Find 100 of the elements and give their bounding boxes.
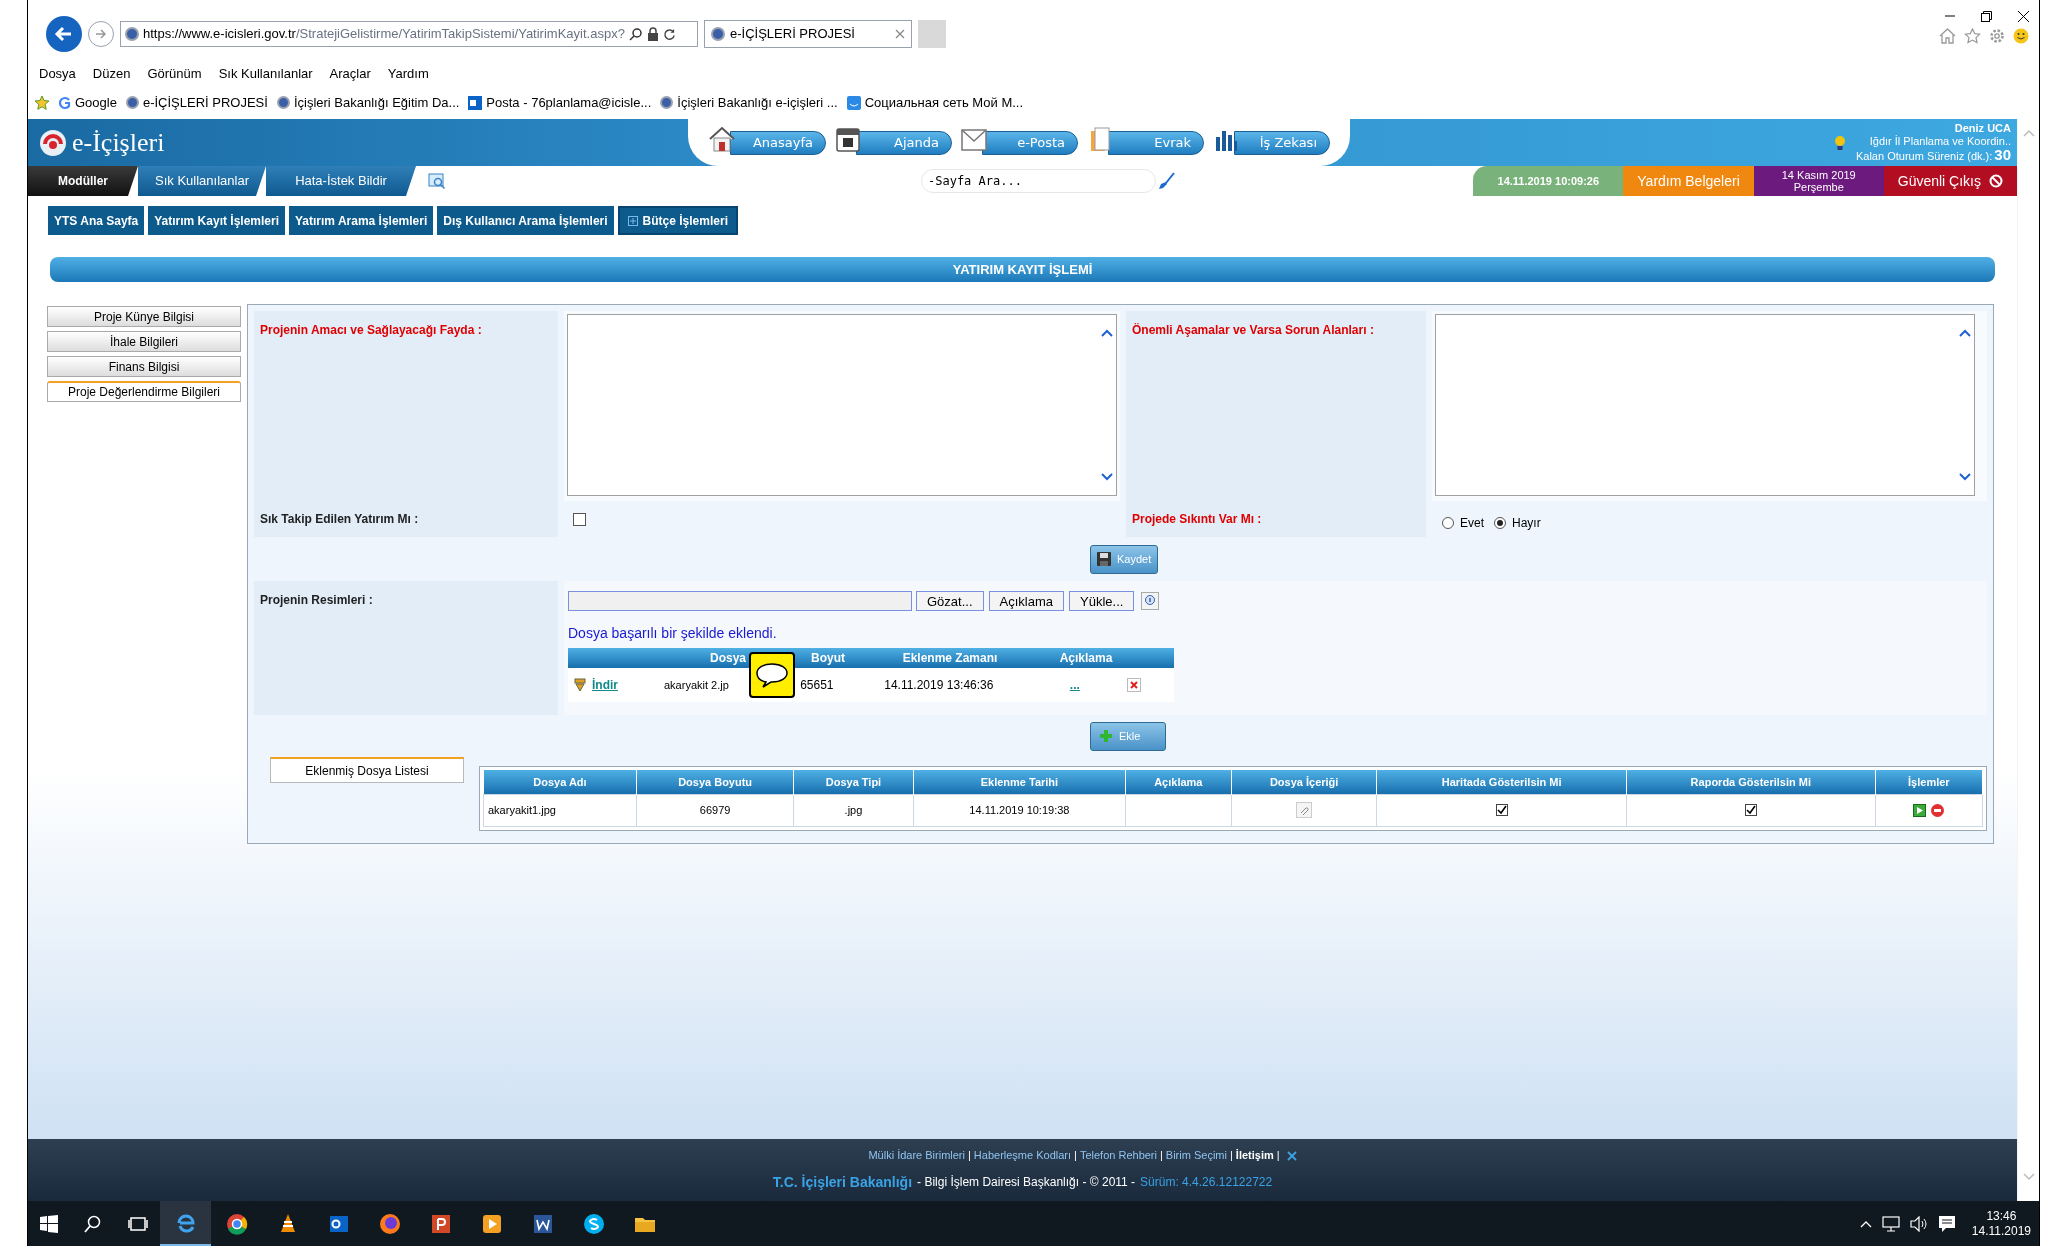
favorite-link[interactable]: İçişleri Bakanlığı e-içişleri ... [677, 92, 838, 113]
files-tab[interactable]: Eklenmiş Dosya Listesi [270, 757, 464, 783]
favorite-link[interactable]: Социальная сеть Мой М... [864, 92, 1024, 113]
footer-link[interactable]: Haberleşme Kodları [973, 1147, 1072, 1164]
upload-button[interactable]: Açıklama [988, 591, 1064, 611]
skype-icon [581, 1211, 606, 1236]
column-header: İşlemler [1875, 770, 1983, 794]
taskbar-app-button[interactable] [160, 1201, 211, 1246]
checkbox[interactable] [1495, 804, 1508, 816]
address-bar[interactable]: https://www.e-icisleri.gov.tr/StratejiGelistirme/YatirimTakipSistemi/YatirimKayit.aspx? [120, 21, 698, 47]
search-icon[interactable] [628, 27, 643, 41]
download-icon [574, 678, 586, 692]
favorite-link[interactable]: e-İÇİŞLERİ PROJESİ [142, 92, 268, 113]
module-tab[interactable]: Hata-İstek Bildir [266, 166, 416, 196]
windows-start-icon[interactable] [40, 1214, 58, 1233]
plus-icon [1099, 729, 1113, 743]
star-icon[interactable] [1964, 27, 1981, 44]
expand-icon [627, 215, 638, 226]
close-icon[interactable] [2018, 10, 2029, 22]
menu-item[interactable]: Araçlar [329, 64, 371, 84]
task-view-icon[interactable] [128, 1214, 148, 1233]
radio-button[interactable] [1494, 517, 1506, 529]
smiley-icon[interactable] [2013, 27, 2029, 44]
module-button[interactable]: YTS Ana Sayfa [48, 206, 145, 235]
brush-icon[interactable] [1158, 172, 1176, 190]
chrome-icon [224, 1211, 249, 1236]
speech-bubble-icon [749, 652, 795, 698]
footer-link[interactable]: Mülki İdare Birimleri [868, 1147, 965, 1164]
delete-icon[interactable] [1126, 678, 1141, 692]
network-icon[interactable] [1881, 1215, 1900, 1232]
search-page-icon[interactable] [428, 172, 446, 190]
version-text: Sürüm: 4.4.26.12122722 [1140, 1174, 1273, 1192]
settings-icon[interactable] [1989, 27, 2005, 44]
scroll-up-icon[interactable] [1101, 329, 1113, 337]
menu-item[interactable]: Görünüm [147, 64, 202, 84]
images-label: Projenin Resimleri : [260, 593, 373, 607]
search-field[interactable]: -Sayfa Ara... [921, 169, 1156, 193]
scroll-down-icon[interactable] [1959, 473, 1971, 481]
download-link[interactable]: İndir [592, 676, 618, 694]
attachment-icon[interactable] [1296, 802, 1313, 818]
file-path-field[interactable] [568, 591, 912, 611]
menu-item[interactable]: Yardım [387, 64, 429, 84]
module-tab[interactable]: Sık Kullanılanlar [138, 166, 266, 196]
back-button[interactable] [46, 16, 82, 52]
menu-item[interactable]: Sık Kullanılanlar [218, 64, 313, 84]
module-button[interactable]: Bütçe İşlemleri [617, 206, 738, 235]
description-link[interactable]: ... [1030, 676, 1119, 694]
home-icon[interactable] [1939, 27, 1956, 44]
upload-button[interactable]: Yükle... [1069, 591, 1135, 611]
notification-icon[interactable] [1937, 1214, 1956, 1233]
remove-icon[interactable] [1931, 803, 1945, 817]
table-cell-text: 14.11.2019 13:46:36 [883, 677, 995, 694]
checkbox[interactable] [1744, 804, 1757, 816]
info-icon[interactable] [1141, 592, 1160, 610]
module-button[interactable]: Yatırım Kayıt İşlemleri [148, 206, 285, 235]
side-menu-item[interactable]: Finans Bilgisi [47, 356, 241, 377]
caret-up-icon[interactable] [1859, 1219, 1872, 1228]
followed-checkbox[interactable] [573, 512, 586, 526]
scroll-down-icon[interactable] [1101, 473, 1113, 481]
footer-link[interactable]: Telefon Rehberi [1079, 1147, 1157, 1164]
user-name: Deniz UCA [1954, 122, 2011, 135]
purpose-label: Projenin Amacı ve Sağlayacağı Fayda : [260, 323, 482, 337]
table-cell: .jpg [793, 794, 914, 826]
footer-link[interactable]: İletişim [1235, 1147, 1274, 1164]
volume-icon[interactable] [1909, 1215, 1928, 1232]
clock-time: 13:46 [1986, 1208, 2017, 1224]
side-menu-item[interactable]: Proje Künye Bilgisi [47, 306, 241, 327]
browser-tab[interactable]: e-İÇİŞLERİ PROJESİ [704, 20, 912, 48]
module-button[interactable]: Yatırım Arama İşlemleri [289, 206, 434, 235]
search-icon[interactable] [84, 1214, 102, 1233]
logo-text: e-İçişleri [72, 127, 165, 159]
restore-icon[interactable] [1981, 10, 1992, 22]
url-text: https://www.e-icisleri.gov.tr/StratejiGelistirme/YatirimTakipSistemi/YatirimKayit.aspx? [143, 25, 625, 44]
footer-text: - Bilgi İşlem Dairesi Başkanlığı - © 2011 - [917, 1174, 1136, 1192]
menu-item[interactable]: Düzen [92, 64, 131, 84]
scroll-up-icon[interactable] [1959, 329, 1971, 337]
upload-button[interactable]: Gözat... [916, 591, 984, 611]
module-button[interactable]: Dış Kullanıcı Arama İşlemleri [437, 206, 614, 235]
side-menu-item[interactable]: Proje Değerlendirme Bilgileri [47, 381, 241, 402]
table-cell-text: 65651 [799, 677, 835, 694]
column-header: Eklenme Tarihi [913, 770, 1126, 794]
favorite-link[interactable]: Google [75, 92, 117, 113]
column-header: Açıklama [1125, 770, 1232, 794]
side-menu-item[interactable]: İhale Bilgileri [47, 331, 241, 352]
radio-button[interactable] [1442, 517, 1454, 529]
menu-item[interactable]: Dosya [39, 64, 76, 84]
session-value: 30 [1994, 148, 2011, 161]
info-tab[interactable]: 14 Kasım 2019 Perşembe [1753, 166, 1884, 196]
separator-text: | [1160, 1148, 1163, 1164]
stages-label: Önemli Aşamalar ve Varsa Sorun Alanları : [1132, 323, 1374, 337]
info-tab[interactable]: Güvenli Çıkış [1883, 166, 2017, 196]
refresh-icon[interactable] [662, 27, 676, 41]
favorite-link[interactable]: Posta - 76planlama@icisle... [486, 92, 652, 113]
favorite-link[interactable]: İçişleri Bakanlığı Eğitim Da... [293, 92, 460, 113]
footer-link[interactable]: Birim Seçimi [1165, 1147, 1227, 1164]
page-title: YATIRIM KAYIT İŞLEMİ [952, 260, 1093, 279]
add-row-icon[interactable] [1913, 803, 1927, 817]
favorites-star-icon[interactable] [34, 94, 50, 111]
module-tab[interactable]: Modüller [28, 166, 138, 196]
google-icon [59, 95, 71, 110]
